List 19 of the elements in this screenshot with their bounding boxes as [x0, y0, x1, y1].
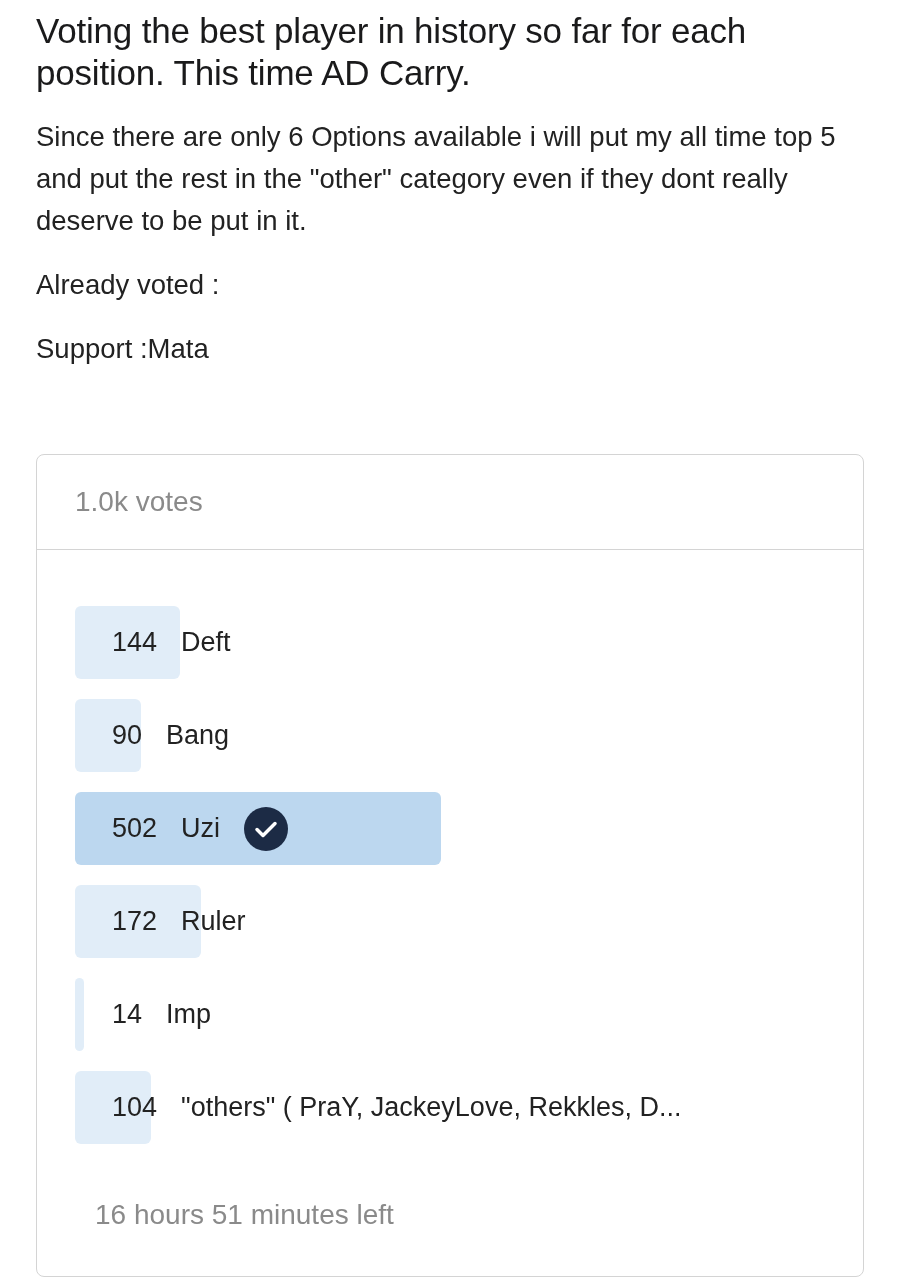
- option-label: Deft: [181, 627, 231, 658]
- option-count: 144: [112, 627, 158, 658]
- option-count: 172: [112, 906, 158, 937]
- option-count: 104: [112, 1092, 158, 1123]
- option-label: Uzi: [181, 813, 221, 844]
- option-label: "others" ( PraY, JackeyLove, Rekkles, D...: [181, 1092, 682, 1123]
- option-label: Bang: [166, 720, 230, 751]
- time-left: 16 hours 51 minutes left: [94, 1198, 395, 1232]
- option-label: Imp: [166, 999, 212, 1030]
- vote-count: 1.0k votes: [37, 455, 863, 550]
- option-label: Ruler: [181, 906, 246, 937]
- option-count: 502: [112, 813, 158, 844]
- option-count: 14: [112, 999, 143, 1030]
- post-text: Already voted :: [36, 268, 221, 302]
- post-text: Support :Mata: [36, 332, 210, 366]
- post-title: Voting the best player in history so far for each position. This time AD Carry.: [36, 10, 748, 94]
- check-icon: [244, 806, 289, 851]
- post-text: Since there are only 6 Options available i will put my all time top 5 and put the rest in the "other" category even if they dont really deserve to be put in it.: [36, 120, 837, 238]
- option-count: 90: [112, 720, 143, 751]
